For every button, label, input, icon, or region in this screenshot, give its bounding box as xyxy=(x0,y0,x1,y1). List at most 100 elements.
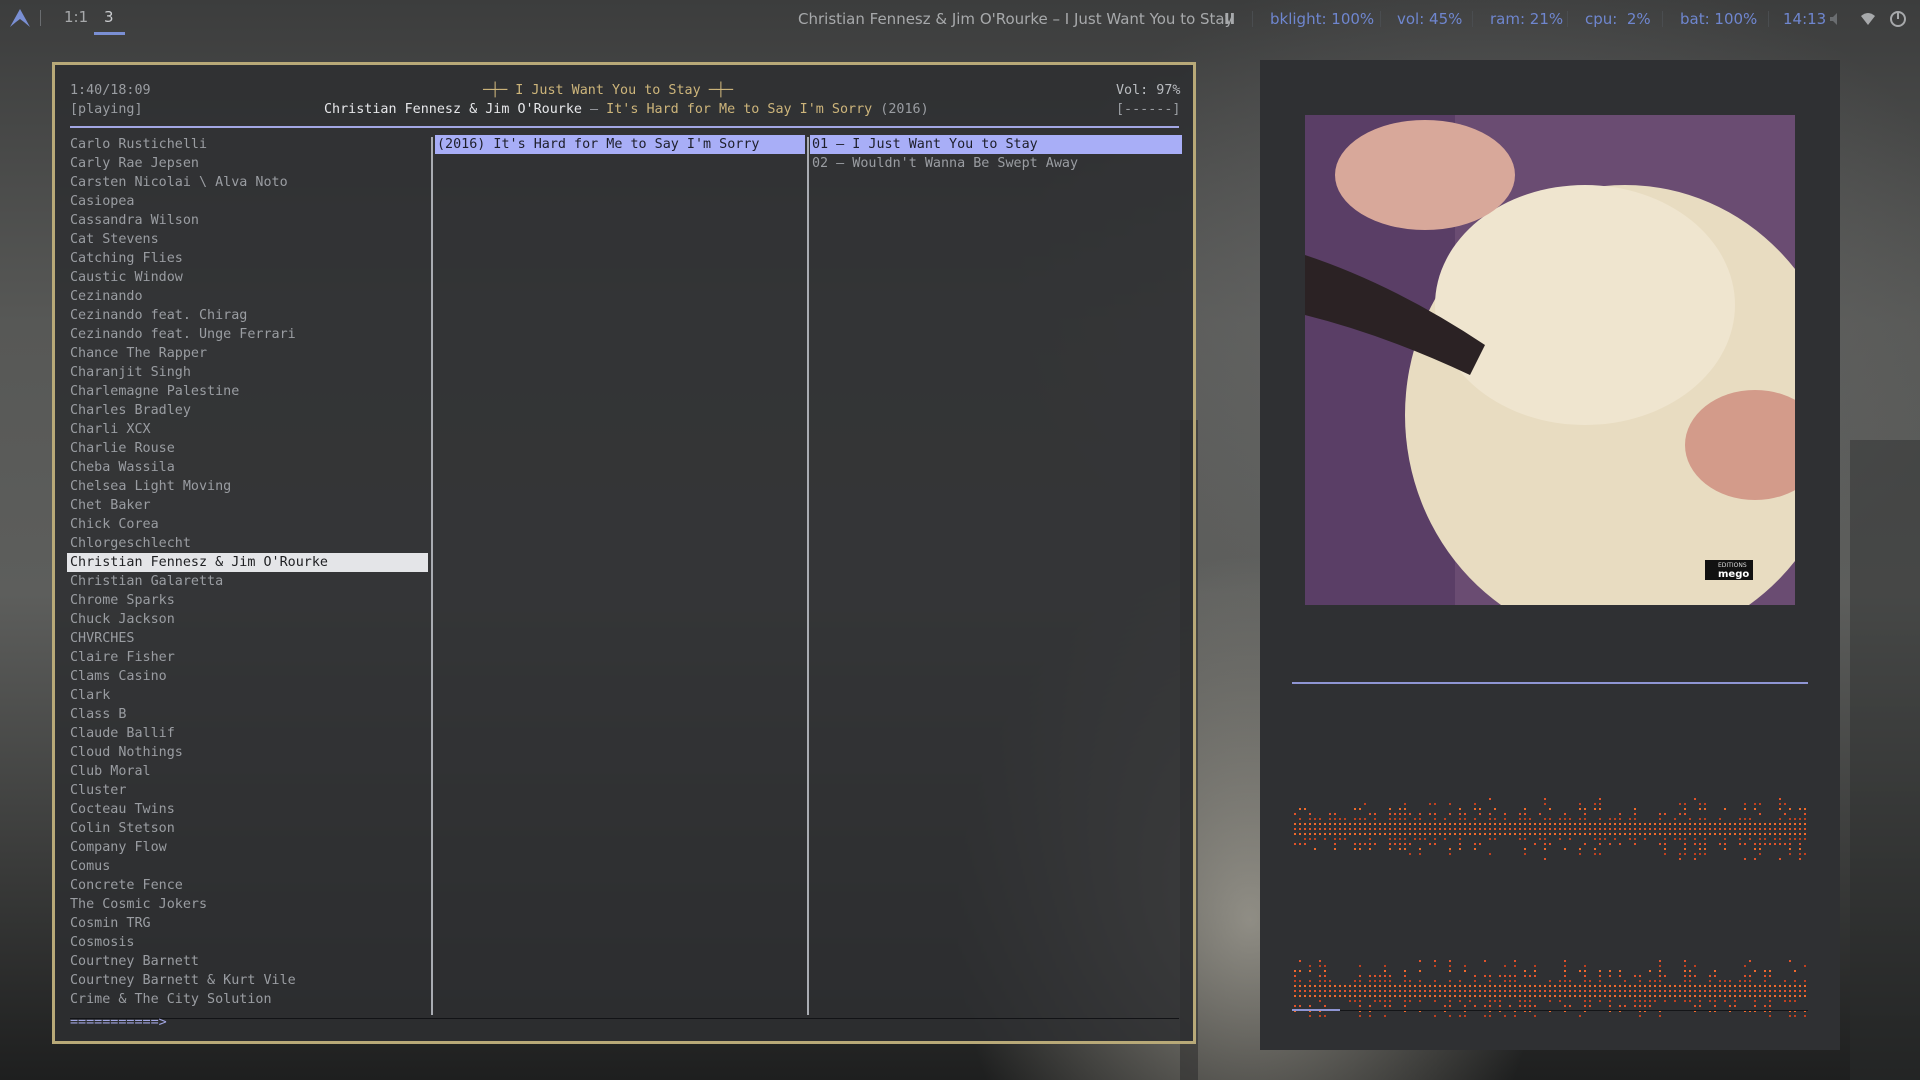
artist-row[interactable]: Chelsea Light Moving xyxy=(67,477,428,496)
artist-row[interactable]: Charli XCX xyxy=(67,420,428,439)
visualizer-dot xyxy=(1489,798,1491,800)
artist-row[interactable]: Cezinando xyxy=(67,287,428,306)
visualizer-dot xyxy=(1629,828,1631,830)
artist-row[interactable]: Chlorgeschlecht xyxy=(67,534,428,553)
artist-row[interactable]: Casiopea xyxy=(67,192,428,211)
artist-row[interactable]: Claire Fisher xyxy=(67,648,428,667)
artist-row[interactable]: Charanjit Singh xyxy=(67,363,428,382)
visualizer-dot xyxy=(1294,813,1296,815)
music-player-window[interactable]: 1:40/18:09 [playing] ─┼─ I Just Want You… xyxy=(52,62,1196,1044)
artist-row[interactable]: Concrete Fence xyxy=(67,876,428,895)
arch-logo-icon[interactable] xyxy=(10,9,30,27)
visualizer-dot xyxy=(1674,823,1676,825)
artist-row[interactable]: Clark xyxy=(67,686,428,705)
visualizer-dot xyxy=(1664,828,1666,830)
visualizer-dot xyxy=(1769,1015,1771,1017)
visualizer-dot xyxy=(1459,985,1461,987)
artist-row[interactable]: Cezinando feat. Unge Ferrari xyxy=(67,325,428,344)
artist-row[interactable]: Club Moral xyxy=(67,762,428,781)
visualizer-dot xyxy=(1469,828,1471,830)
artist-row[interactable]: Charlie Rouse xyxy=(67,439,428,458)
visualizer-dot xyxy=(1399,843,1401,845)
artist-row[interactable]: Chuck Jackson xyxy=(67,610,428,629)
volume-indicator[interactable]: vol: 45% xyxy=(1397,10,1462,28)
visualizer-dot xyxy=(1334,813,1336,815)
visualizer-dot xyxy=(1299,808,1301,810)
visualizer-dot xyxy=(1364,833,1366,835)
artist-row[interactable]: Carly Rae Jepsen xyxy=(67,154,428,173)
artist-row[interactable]: Carlo Rustichelli xyxy=(67,135,428,154)
artist-row[interactable]: Cassandra Wilson xyxy=(67,211,428,230)
artist-row[interactable]: Claude Ballif xyxy=(67,724,428,743)
artist-row[interactable]: Charlemagne Palestine xyxy=(67,382,428,401)
artist-row[interactable]: Crime & The City Solution xyxy=(67,990,428,1009)
visualizer-dot xyxy=(1784,980,1786,982)
artist-row[interactable]: Cosmosis xyxy=(67,933,428,952)
artist-row[interactable]: Cezinando feat. Chirag xyxy=(67,306,428,325)
visualizer-dot xyxy=(1489,813,1491,815)
speaker-icon[interactable] xyxy=(1828,11,1844,27)
workspace-3[interactable]: 3 xyxy=(104,8,114,26)
artist-row[interactable]: Comus xyxy=(67,857,428,876)
visualizer-dot xyxy=(1714,990,1716,992)
visualizer-dot xyxy=(1669,823,1671,825)
visualizer-dot xyxy=(1749,980,1751,982)
track-row[interactable]: 02 – Wouldn't Wanna Be Swept Away xyxy=(810,154,1182,173)
workspace-1[interactable]: 1:1 xyxy=(64,8,88,26)
artist-row[interactable]: Christian Galaretta xyxy=(67,572,428,591)
visualizer-dot xyxy=(1559,823,1561,825)
visualizer-dot xyxy=(1374,990,1376,992)
artist-row[interactable]: The Cosmic Jokers xyxy=(67,895,428,914)
artist-row-selected[interactable]: Christian Fennesz & Jim O'Rourke xyxy=(67,553,428,572)
wifi-icon[interactable] xyxy=(1860,12,1876,26)
progress-track[interactable] xyxy=(70,1018,1179,1019)
artist-row[interactable]: Courtney Barnett & Kurt Vile xyxy=(67,971,428,990)
visualizer-dot xyxy=(1764,843,1766,845)
visualizer-dot xyxy=(1699,853,1701,855)
artist-row[interactable]: Catching Flies xyxy=(67,249,428,268)
track-row-playing[interactable]: 01 – I Just Want You to Stay xyxy=(810,135,1182,154)
artist-row[interactable]: Cosmin TRG xyxy=(67,914,428,933)
visualizer-dot xyxy=(1564,813,1566,815)
track-list[interactable]: 01 – I Just Want You to Stay 02 – Wouldn… xyxy=(810,135,1182,173)
visualizer-dot xyxy=(1419,1000,1421,1002)
artist-row[interactable]: Class B xyxy=(67,705,428,724)
artist-row[interactable]: Charles Bradley xyxy=(67,401,428,420)
artist-row[interactable]: Courtney Barnett xyxy=(67,952,428,971)
artist-row[interactable]: Cheba Wassila xyxy=(67,458,428,477)
visualizer-dot xyxy=(1619,970,1621,972)
visualizer-dot xyxy=(1404,1000,1406,1002)
artist-row[interactable]: Chet Baker xyxy=(67,496,428,515)
visualizer-dot xyxy=(1619,990,1621,992)
artist-row[interactable]: Chance The Rapper xyxy=(67,344,428,363)
artist-row[interactable]: Cocteau Twins xyxy=(67,800,428,819)
artist-row[interactable]: Chrome Sparks xyxy=(67,591,428,610)
artist-row[interactable]: Cluster xyxy=(67,781,428,800)
column-divider xyxy=(807,137,809,1015)
artist-row[interactable]: Cat Stevens xyxy=(67,230,428,249)
artist-row[interactable]: Cloud Nothings xyxy=(67,743,428,762)
artist-row[interactable]: Clams Casino xyxy=(67,667,428,686)
artist-row[interactable]: Caustic Window xyxy=(67,268,428,287)
visualizer-dot xyxy=(1629,995,1631,997)
artist-row[interactable]: Carsten Nicolai \ Alva Noto xyxy=(67,173,428,192)
artist-row[interactable]: Chick Corea xyxy=(67,515,428,534)
visualizer-dot xyxy=(1799,848,1801,850)
visualizer-dot xyxy=(1309,965,1311,967)
progress-bar[interactable]: ===========> xyxy=(70,1013,167,1032)
power-icon[interactable] xyxy=(1889,10,1907,28)
album-list[interactable]: (2016) It's Hard for Me to Say I'm Sorry xyxy=(435,135,807,154)
visualizer-dot xyxy=(1499,828,1501,830)
visualizer-dot xyxy=(1399,818,1401,820)
artist-row[interactable]: Company Flow xyxy=(67,838,428,857)
now-playing-title[interactable]: Christian Fennesz & Jim O'Rourke – I Jus… xyxy=(798,10,1234,28)
artist-row[interactable]: Colin Stetson xyxy=(67,819,428,838)
album-row[interactable]: (2016) It's Hard for Me to Say I'm Sorry xyxy=(435,135,805,154)
artist-row[interactable]: CHVRCHES xyxy=(67,629,428,648)
artist-list[interactable]: Carlo Rustichelli Carly Rae Jepsen Carsten… xyxy=(67,135,428,1015)
visualizer-dot xyxy=(1409,813,1411,815)
pause-icon[interactable]: II xyxy=(1224,10,1235,28)
visualizer-dot xyxy=(1684,990,1686,992)
visualizer-dot xyxy=(1484,990,1486,992)
visualizer-dot xyxy=(1359,828,1361,830)
